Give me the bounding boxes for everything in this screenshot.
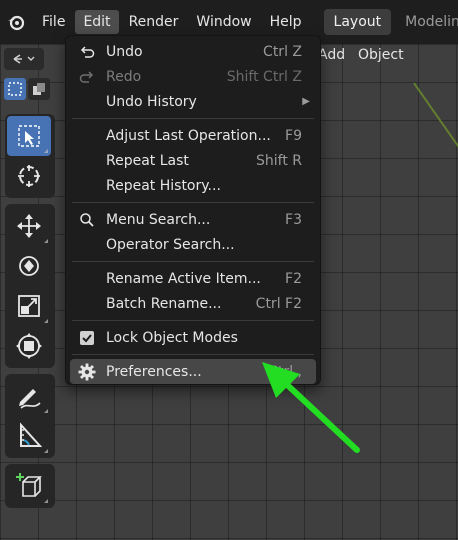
blender-logo-icon[interactable] [6,11,26,33]
menu-item-repeat-last[interactable]: Repeat Last Shift R [66,148,320,173]
shortcut-label: Ctrl , [268,363,302,380]
submenu-arrow-icon: ▶ [302,96,310,107]
menu-item-lock-object-modes[interactable]: Lock Object Modes [66,325,320,350]
menu-file[interactable]: File [34,10,73,34]
menu-item-label: Lock Object Modes [106,329,238,346]
cursor-tool-icon[interactable] [7,156,51,196]
menu-separator [72,320,314,321]
scale-tool-icon[interactable] [7,286,51,326]
menu-item-label: Undo [106,43,143,60]
menu-item-redo[interactable]: Redo Shift Ctrl Z [66,64,320,89]
menu-separator [72,261,314,262]
move-tool-icon[interactable] [7,206,51,246]
tab-layout[interactable]: Layout [323,9,392,35]
tab-modeling[interactable]: Modeling [395,9,458,35]
checkbox-checked-icon[interactable] [78,329,96,347]
editor-type-button[interactable] [4,48,44,70]
search-icon [78,211,96,229]
menu-item-adjust-last-operation[interactable]: Adjust Last Operation... F9 [66,123,320,148]
rotate-tool-icon[interactable] [7,246,51,286]
menu-item-repeat-history[interactable]: Repeat History... [66,173,320,198]
shortcut-label: F3 [285,211,302,228]
menu-item-label: Redo [106,68,142,85]
selection-mode-row [4,78,50,100]
menu-item-label: Preferences... [106,363,202,380]
menu-item-operator-search[interactable]: Operator Search... [66,232,320,257]
add-menu[interactable]: Add [318,47,345,63]
menu-separator [72,118,314,119]
menu-item-menu-search[interactable]: Menu Search... F3 [66,207,320,232]
menu-help[interactable]: Help [262,10,310,34]
menu-item-label: Menu Search... [106,211,211,228]
menu-item-batch-rename[interactable]: Batch Rename... Ctrl F2 [66,291,320,316]
menu-item-undo-history[interactable]: Undo History ▶ [66,89,320,114]
menu-render[interactable]: Render [121,10,187,34]
menu-item-undo[interactable]: Undo Ctrl Z [66,39,320,64]
menu-separator [72,354,314,355]
menu-item-label: Adjust Last Operation... [106,127,271,144]
select-box-tool-icon[interactable] [7,116,51,156]
transform-tool-icon[interactable] [7,326,51,366]
tool-group-add [5,464,55,508]
select-extend-icon[interactable] [28,78,50,100]
shortcut-label: Ctrl F2 [255,295,302,312]
menu-item-label: Repeat History... [106,177,221,194]
select-new-icon[interactable] [4,78,26,100]
tool-shelf [5,114,55,514]
shortcut-label: Ctrl Z [263,43,302,60]
y-axis-line [413,82,458,150]
menu-item-preferences[interactable]: Preferences... Ctrl , [70,359,316,384]
redo-icon [78,68,96,86]
menu-item-label: Repeat Last [106,152,189,169]
measure-tool-icon[interactable] [7,416,51,456]
menu-item-label: Batch Rename... [106,295,222,312]
gear-icon [78,363,96,381]
menu-item-rename-active-item[interactable]: Rename Active Item... F2 [66,266,320,291]
shortcut-label: Shift Ctrl Z [226,68,302,85]
add-cube-tool-icon[interactable] [7,466,51,506]
menu-item-label: Operator Search... [106,236,235,253]
menu-separator [72,202,314,203]
tool-group-annotate [5,374,55,458]
menu-item-label: Undo History [106,93,197,110]
shortcut-label: F9 [285,127,302,144]
shortcut-label: F2 [285,270,302,287]
shortcut-label: Shift R [256,152,302,169]
object-menu[interactable]: Object [358,47,404,63]
menu-edit[interactable]: Edit [75,10,119,34]
menu-window[interactable]: Window [188,10,259,34]
undo-icon [78,43,96,61]
menu-item-label: Rename Active Item... [106,270,261,287]
tool-group-select [5,114,55,198]
tool-group-transform [5,204,55,368]
edit-menu-dropdown: Undo Ctrl Z Redo Shift Ctrl Z Undo Histo… [65,35,321,385]
annotate-tool-icon[interactable] [7,376,51,416]
